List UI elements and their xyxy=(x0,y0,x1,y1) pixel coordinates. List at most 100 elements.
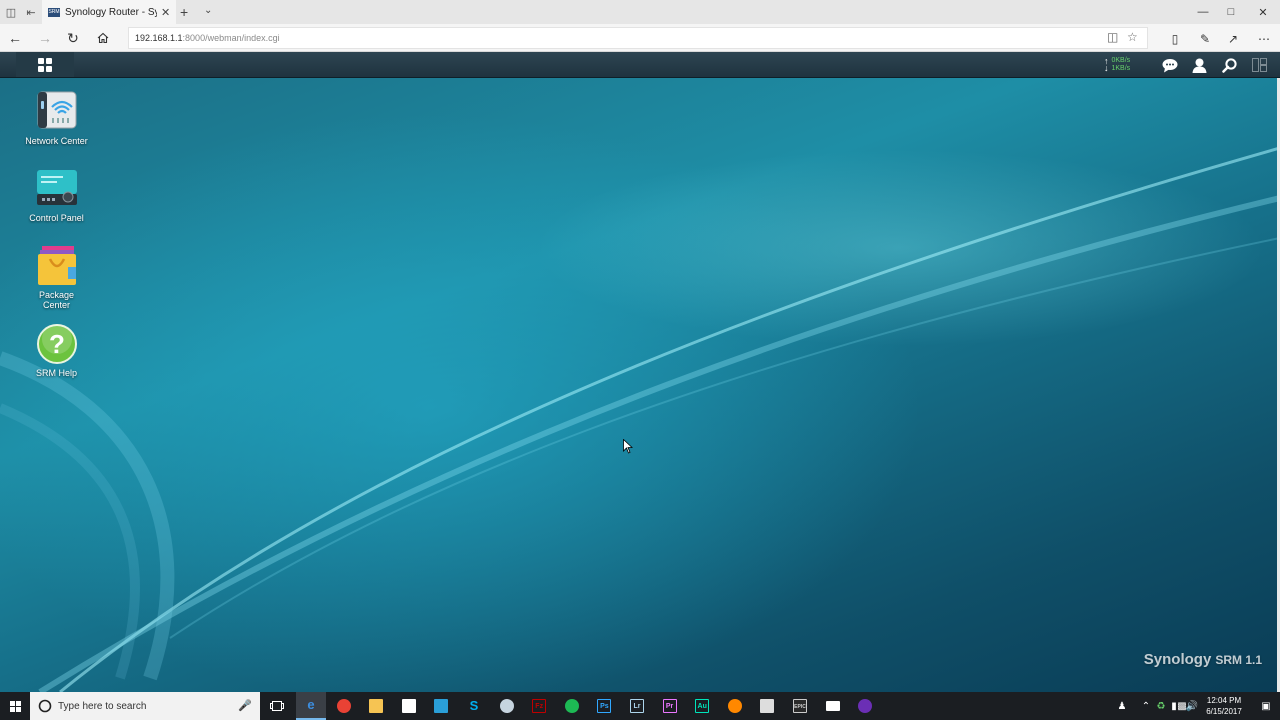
taskbar-app-steam[interactable] xyxy=(492,692,522,720)
srm-desktop: Network Center Control Panel Package Cen… xyxy=(0,78,1280,692)
app-blue-icon xyxy=(434,699,449,713)
taskbar-app-skype[interactable]: S xyxy=(459,692,489,720)
notification-icon[interactable] xyxy=(1159,55,1181,75)
svg-text:?: ? xyxy=(49,329,65,359)
epic-games-icon: EPIC xyxy=(793,699,807,713)
steam-icon xyxy=(499,699,514,713)
clock-date: 6/15/2017 xyxy=(1206,707,1242,716)
tab-title: Synology Router - Syno xyxy=(65,6,157,18)
volume-icon[interactable]: 🔊 xyxy=(1186,692,1198,720)
file-explorer-icon xyxy=(369,699,384,713)
srm-help-label: SRM Help xyxy=(35,368,77,378)
taskbar-clock[interactable]: 12:04 PM 6/15/2017 xyxy=(1198,695,1250,717)
chrome-icon xyxy=(336,699,351,713)
address-bar[interactable]: 192.168.1.1:8000/webman/index.cgi ◫ ☆ xyxy=(128,27,1148,49)
refresh-icon[interactable]: ↻ xyxy=(62,28,84,48)
brand-name: Synology xyxy=(1143,651,1212,668)
taskbar-app-store[interactable] xyxy=(394,692,424,720)
taskbar-app-photoshop[interactable]: Ps xyxy=(589,692,619,720)
hub-icon[interactable]: ▯ xyxy=(1165,30,1185,48)
taskbar-app-premiere[interactable]: Pr xyxy=(655,692,685,720)
app-curve-icon xyxy=(760,699,775,713)
taskbar-app-chrome[interactable] xyxy=(329,692,359,720)
synology-tray-icon[interactable]: ♻ xyxy=(1154,692,1168,720)
network-center-label: Network Center xyxy=(25,136,88,146)
web-note-icon[interactable]: ✎ xyxy=(1195,30,1215,48)
mail-icon xyxy=(825,701,840,711)
control-panel-icon xyxy=(36,168,78,210)
network-center-icon xyxy=(36,91,78,133)
more-icon[interactable]: ⋯ xyxy=(1254,30,1274,48)
wallpaper-streaks xyxy=(0,146,1280,692)
skype-icon: S xyxy=(469,698,479,713)
search-icon[interactable] xyxy=(1218,55,1240,75)
product-version: SRM 1.1 xyxy=(1215,653,1262,667)
srm-taskbar: ↑ ↓ 0KB/s 1KB/s xyxy=(0,52,1280,78)
widgets-icon[interactable] xyxy=(1248,55,1270,75)
search-placeholder: Type here to search xyxy=(58,700,147,712)
network-center-shortcut[interactable]: Network Center xyxy=(16,91,97,146)
package-center-icon xyxy=(36,245,78,287)
main-menu-icon xyxy=(38,57,52,72)
taskbar-app-vlc[interactable] xyxy=(720,692,750,720)
photoshop-icon: Ps xyxy=(597,699,612,713)
maximize-icon[interactable]: □ xyxy=(1214,0,1248,24)
taskbar-app-audition[interactable]: Au xyxy=(687,692,717,720)
lightroom-icon: Lr xyxy=(630,699,644,713)
taskbar-search[interactable]: Type here to search 🎤 xyxy=(30,692,260,720)
taskbar-app-filezilla[interactable]: Fz xyxy=(524,692,554,720)
premiere-icon: Pr xyxy=(662,699,677,713)
action-center-icon[interactable]: ▣ xyxy=(1256,692,1276,720)
url-host: 192.168.1.1 xyxy=(135,33,183,43)
windows-taskbar: Type here to search 🎤 e S Fz Ps Lr Pr Au EPIC ♟… xyxy=(0,692,1280,720)
taskbar-app-app-blue[interactable] xyxy=(426,692,456,720)
task-view-button[interactable] xyxy=(262,692,292,720)
main-menu-button[interactable] xyxy=(16,52,74,77)
taskbar-app-app-curve[interactable] xyxy=(752,692,782,720)
share-icon[interactable]: ↗ xyxy=(1223,30,1243,48)
tab-aside-icon[interactable]: ◫ xyxy=(0,0,22,24)
microphone-icon[interactable]: 🎤 xyxy=(238,699,252,712)
filezilla-icon: Fz xyxy=(532,699,547,713)
user-icon[interactable] xyxy=(1188,55,1210,75)
new-tab-icon[interactable]: + xyxy=(180,4,188,20)
up-down-arrows-icon: ↑ ↓ xyxy=(1104,56,1109,73)
favicon: SRM xyxy=(48,7,60,17)
tab-preview-icon[interactable]: ⇤ xyxy=(20,0,42,24)
cortana-icon xyxy=(38,699,52,713)
taskbar-app-file-explorer[interactable] xyxy=(361,692,391,720)
clock-time: 12:04 PM xyxy=(1206,696,1242,705)
package-center-shortcut[interactable]: Package Center xyxy=(16,245,97,310)
start-button[interactable] xyxy=(0,692,30,720)
traffic-widget[interactable]: ↑ ↓ 0KB/s 1KB/s xyxy=(1104,57,1130,73)
vlc-icon xyxy=(727,699,742,713)
help-icon: ? xyxy=(36,323,78,365)
taskbar-app-app-drop[interactable] xyxy=(850,692,880,720)
forward-icon[interactable]: → xyxy=(34,28,56,48)
chevron-down-icon[interactable]: ⌄ xyxy=(204,5,212,16)
close-window-icon[interactable]: ✕ xyxy=(1246,0,1280,24)
taskbar-app-edge[interactable]: e xyxy=(296,692,326,720)
show-hidden-icons-chevron-icon[interactable]: ⌃ xyxy=(1139,692,1153,720)
control-panel-shortcut[interactable]: Control Panel xyxy=(16,168,97,223)
favorite-star-icon[interactable]: ☆ xyxy=(1127,30,1138,44)
browser-tab-bar: ◫ ⇤ SRM Synology Router - Syno ✕ + ⌄ — □… xyxy=(0,0,1280,24)
srm-help-shortcut[interactable]: ? SRM Help xyxy=(16,323,97,378)
reading-view-icon[interactable]: ◫ xyxy=(1107,30,1118,44)
close-tab-icon[interactable]: ✕ xyxy=(161,6,170,19)
tab-synology-router[interactable]: SRM Synology Router - Syno ✕ xyxy=(42,0,176,24)
windows-logo-icon xyxy=(9,700,21,712)
taskbar-app-epic-games[interactable]: EPIC xyxy=(785,692,815,720)
audition-icon: Au xyxy=(695,699,710,713)
taskbar-app-lightroom[interactable]: Lr xyxy=(622,692,652,720)
home-icon[interactable] xyxy=(92,28,114,48)
upload-speed: 0KB/s xyxy=(1111,57,1131,64)
download-speed: 1KB/s xyxy=(1111,65,1131,72)
srm-brand-logo: Synology SRM 1.1 xyxy=(1144,651,1262,668)
spotify-icon xyxy=(564,699,579,713)
taskbar-app-mail[interactable] xyxy=(818,692,848,720)
taskbar-app-spotify[interactable] xyxy=(557,692,587,720)
people-icon[interactable]: ♟ xyxy=(1114,692,1130,720)
browser-nav-bar: ← → ↻ 192.168.1.1:8000/webman/index.cgi … xyxy=(0,24,1280,52)
back-icon[interactable]: ← xyxy=(4,28,26,48)
